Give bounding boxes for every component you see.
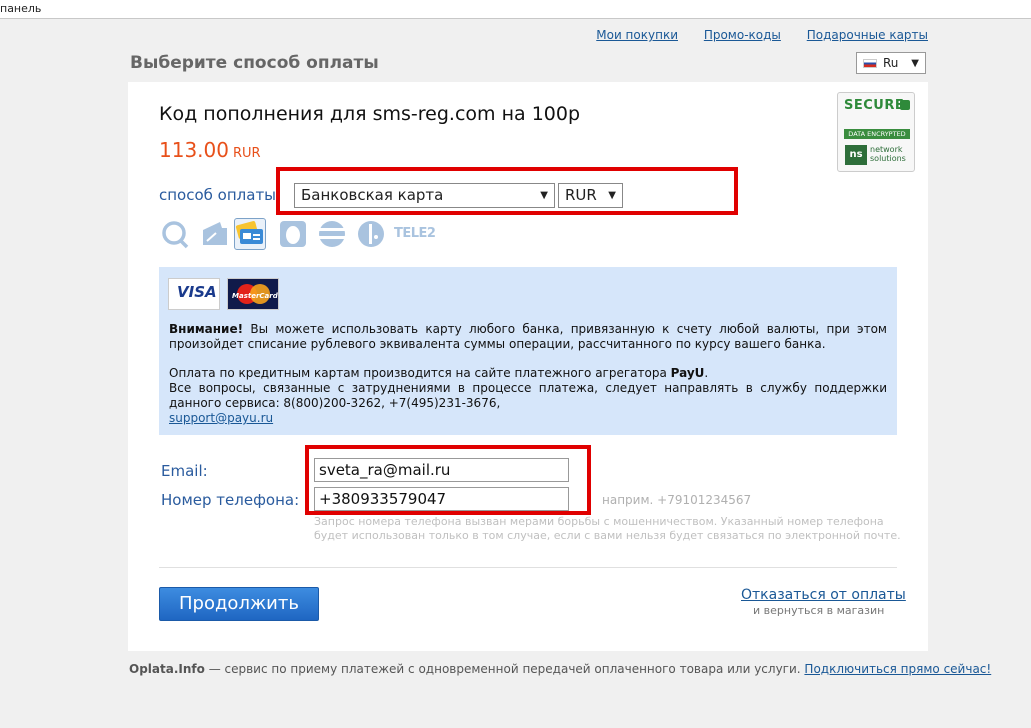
qiwi-icon[interactable] — [160, 219, 190, 249]
striped-circle-icon[interactable] — [317, 219, 347, 249]
footer-brand: Oplata.Info — [129, 662, 205, 676]
product-title: Код пополнения для sms-reg.com на 100р — [159, 103, 581, 125]
brand-line-2: solutions — [870, 154, 906, 163]
phone-label: Номер телефона: — [161, 491, 300, 509]
my-purchases-link[interactable]: Мои покупки — [596, 28, 678, 42]
footer: Oplata.Info — сервис по приему платежей … — [129, 662, 991, 676]
payu-end: . — [704, 366, 709, 380]
price: 113.00 RUR — [159, 138, 261, 162]
chevron-down-icon: ▼ — [608, 190, 616, 201]
wallet-icon[interactable] — [200, 219, 230, 249]
payu-name: PayU — [670, 366, 705, 380]
payment-method-value: Банковская карта — [301, 186, 444, 204]
bank-card-tab[interactable] — [234, 218, 266, 250]
payment-method-select[interactable]: Банковская карта ▼ — [294, 183, 555, 208]
tele2-icon[interactable]: TELE2 — [394, 226, 436, 241]
chevron-down-icon: ▼ — [911, 58, 919, 69]
support-text: Все вопросы, связанные с затруднениями в… — [169, 381, 887, 410]
phone-field[interactable] — [314, 487, 569, 511]
phone-hint: наприм. +79101234567 — [602, 493, 752, 507]
egg-wallet-icon[interactable] — [278, 219, 308, 249]
connect-now-link[interactable]: Подключиться прямо сейчас! — [804, 662, 991, 676]
page-title: Выберите способ оплаты — [130, 53, 379, 73]
top-bar-text: панель — [0, 2, 42, 15]
payu-text: Оплата по кредитным картам производится … — [169, 366, 671, 380]
network-solutions-text: network solutions — [870, 145, 906, 163]
warning-paragraph: Внимание! Вы можете использовать карту л… — [169, 322, 887, 352]
cancel-payment-link[interactable]: Отказаться от оплаты — [741, 587, 906, 603]
language-select[interactable]: Ru ▼ — [856, 52, 926, 74]
payu-paragraph: Оплата по кредитным картам производится … — [169, 366, 887, 426]
top-bar: панель — [0, 0, 1031, 19]
chevron-down-icon: ▼ — [540, 190, 548, 201]
currency-select[interactable]: RUR ▼ — [558, 183, 623, 208]
currency-value: RUR — [565, 186, 597, 204]
price-currency: RUR — [232, 146, 261, 161]
bank-card-icon — [235, 221, 263, 244]
network-solutions-logo-icon: ns — [845, 145, 867, 165]
language-label: Ru — [883, 56, 899, 70]
account-links: Мои покупки Промо-коды Подарочные карты — [574, 28, 928, 42]
card-info-box: VISA MasterCard Внимание! Вы можете испо… — [159, 267, 897, 435]
lock-icon — [900, 100, 910, 110]
secure-badge[interactable]: SECURE DATA ENCRYPTED ns network solution… — [837, 92, 915, 172]
data-encrypted-strip: DATA ENCRYPTED — [844, 129, 910, 139]
warning-bold: Внимание! — [169, 322, 244, 336]
mastercard-logo: MasterCard — [227, 278, 279, 310]
price-amount: 113.00 — [159, 138, 229, 162]
email-field[interactable] — [314, 458, 569, 482]
mobile-operator-icon[interactable] — [356, 219, 386, 249]
footer-text: — сервис по приему платежей с одновремен… — [204, 662, 805, 676]
visa-logo: VISA — [168, 278, 220, 310]
divider — [159, 567, 897, 568]
secure-title: SECURE — [844, 98, 905, 113]
visa-text: VISA — [177, 283, 217, 301]
support-email-link[interactable]: support@payu.ru — [169, 411, 273, 425]
phone-note: Запрос номера телефона вызван мерами бор… — [314, 515, 901, 542]
return-to-shop-text: и вернуться в магазин — [753, 604, 885, 617]
continue-button[interactable]: Продолжить — [159, 587, 319, 621]
russia-flag-icon — [863, 59, 877, 68]
promo-codes-link[interactable]: Промо-коды — [704, 28, 781, 42]
mastercard-text: MasterCard — [232, 292, 278, 300]
email-label: Email: — [161, 462, 208, 480]
payment-method-label: способ оплаты: — [159, 186, 282, 204]
gift-cards-link[interactable]: Подарочные карты — [807, 28, 928, 42]
warning-text: Вы можете использовать карту любого банк… — [169, 322, 887, 351]
brand-line-1: network — [870, 145, 903, 154]
payment-panel: Код пополнения для sms-reg.com на 100р 1… — [128, 82, 928, 651]
